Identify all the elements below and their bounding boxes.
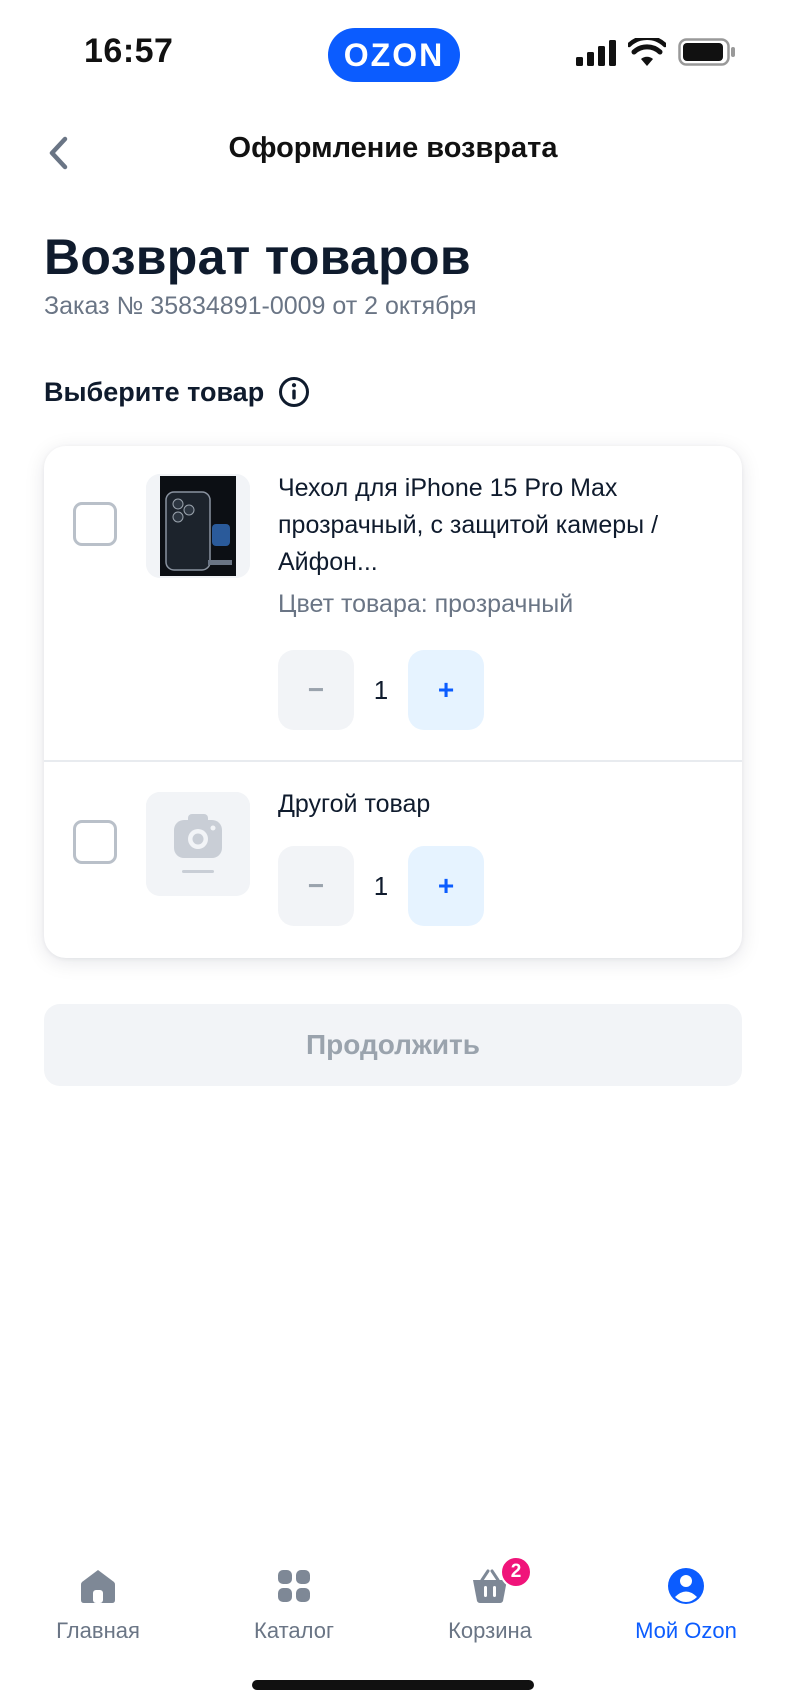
list-item: Чехол для iPhone 15 Pro Max прозрачный, … xyxy=(44,446,742,760)
status-time: 16:57 xyxy=(84,32,174,70)
tab-cart[interactable]: 2 Корзина xyxy=(392,1548,588,1648)
tab-home[interactable]: Главная xyxy=(0,1548,196,1648)
order-number: Заказ № 35834891-0009 от 2 октября xyxy=(44,292,477,320)
quantity-stepper: − 1 + xyxy=(278,846,488,926)
battery-icon xyxy=(678,38,735,66)
item-name[interactable]: Другой товар xyxy=(278,786,698,823)
page-title: Возврат товаров xyxy=(44,229,471,285)
tab-my-ozon[interactable]: Мой Ozon xyxy=(588,1548,784,1648)
info-icon[interactable] xyxy=(278,376,310,408)
home-indicator xyxy=(252,1680,534,1690)
item-name[interactable]: Чехол для iPhone 15 Pro Max прозрачный, … xyxy=(278,470,698,581)
decrease-button[interactable]: − xyxy=(278,846,354,926)
cellular-signal-icon xyxy=(576,40,616,66)
tab-catalog[interactable]: Каталог xyxy=(196,1548,392,1648)
bottom-tab-bar: Главная Каталог 2 Корзина Мой Ozon xyxy=(0,1548,786,1668)
home-icon xyxy=(81,1570,115,1603)
increase-button[interactable]: + xyxy=(408,650,484,730)
tab-label: Мой Ozon xyxy=(635,1618,737,1643)
increase-button[interactable]: + xyxy=(408,846,484,926)
wifi-icon xyxy=(628,38,666,66)
catalog-grid-icon xyxy=(278,1570,310,1602)
items-card: Чехол для iPhone 15 Pro Max прозрачный, … xyxy=(44,446,742,958)
phone-case-image xyxy=(146,474,250,578)
tab-label: Главная xyxy=(56,1618,140,1643)
status-bar: 16:57 OZON xyxy=(0,0,786,110)
decrease-button[interactable]: − xyxy=(278,650,354,730)
tab-label: Каталог xyxy=(254,1618,334,1643)
camera-icon xyxy=(146,792,250,896)
continue-button[interactable]: Продолжить xyxy=(44,1004,742,1086)
quantity-value: 1 xyxy=(373,870,389,901)
item-attribute: Цвет товара: прозрачный xyxy=(278,590,574,618)
cart-count-badge: 2 xyxy=(500,1556,532,1588)
profile-icon xyxy=(668,1568,704,1604)
header-title: Оформление возврата xyxy=(228,132,558,164)
section-title: Выберите товар xyxy=(44,376,310,408)
return-screen: 16:57 OZON Оформление возврата Возврат т… xyxy=(0,0,786,1704)
product-image xyxy=(146,474,250,578)
ozon-logo-pill: OZON xyxy=(328,28,460,82)
basket-icon-wrap: 2 xyxy=(470,1556,532,1606)
item-checkbox[interactable] xyxy=(73,820,117,864)
tab-label: Корзина xyxy=(448,1618,532,1643)
top-navigation: Оформление возврата xyxy=(0,110,786,200)
list-item: Другой товар − 1 + xyxy=(44,762,742,958)
item-checkbox[interactable] xyxy=(73,502,117,546)
section-title-text: Выберите товар xyxy=(44,376,265,407)
quantity-value: 1 xyxy=(373,674,389,705)
quantity-stepper: − 1 + xyxy=(278,650,488,730)
no-photo-placeholder xyxy=(146,792,250,896)
